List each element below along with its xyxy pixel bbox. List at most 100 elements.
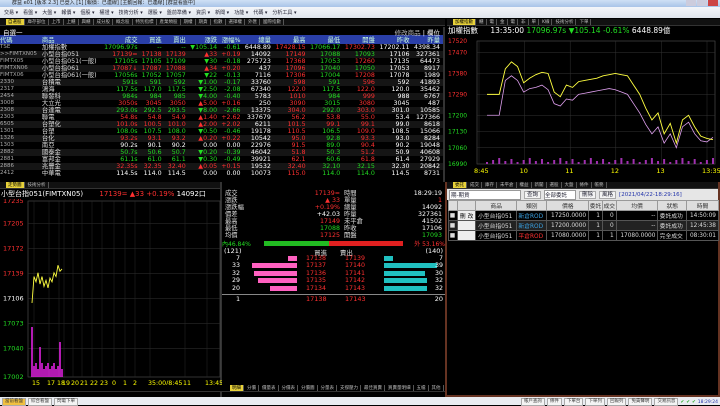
menu-item[interactable]: 交易 ▾ bbox=[4, 9, 18, 16]
column-header[interactable]: 價格 bbox=[546, 200, 590, 211]
detail-tab[interactable]: 五檔 bbox=[415, 385, 429, 391]
style-button[interactable]: 風格 bbox=[599, 190, 617, 199]
quote-row[interactable]: 2303 聯電 54.8s 54.8 54.9 ▲1.40 +2.62 337679 56.2 5… bbox=[0, 114, 443, 121]
quote-row[interactable]: 1326 台化 93.2s 93.1 93.2 ▲0.20 +0.22 10542 95.0 92… bbox=[0, 135, 443, 142]
quote-tab[interactable]: 概念股 bbox=[114, 19, 133, 25]
quote-row[interactable]: 2454 聯發科 984s 984 985 ▼4.00 -0.40 5783 1010 984 99… bbox=[0, 93, 443, 100]
orders-tab[interactable]: 庫存 bbox=[483, 182, 497, 188]
column-header[interactable] bbox=[447, 200, 459, 211]
order-checkbox[interactable]: ■ bbox=[447, 220, 459, 231]
column-header[interactable] bbox=[457, 200, 477, 211]
quote-row[interactable]: FIMTXN06 小型台指061 17087↓ 17087 17088 ▲34 +0.20 4… bbox=[0, 65, 443, 72]
quote-tab[interactable]: 選擇權 bbox=[227, 19, 245, 25]
menu-item[interactable]: 盤前準備 ▾ bbox=[167, 9, 191, 16]
quote-tab[interactable]: 自選股 bbox=[6, 19, 25, 25]
quote-row[interactable]: 2882 國泰金 50.7s 50.6 50.7 ▼0.20 -0.39 46042 51.8 5… bbox=[0, 149, 443, 156]
order-checkbox[interactable]: ■ bbox=[447, 210, 459, 221]
quote-row[interactable]: FIMTX05 小型台指051(一般) 17105s 17105 17109 ▼30 -0.… bbox=[0, 58, 443, 65]
orders-tab[interactable]: 委託 bbox=[453, 182, 467, 188]
index-chart-tab[interactable]: 電 bbox=[509, 19, 518, 25]
quote-row[interactable]: 2412 中華電 114.5s 114.0 114.5 0.00 0.00 10073 115.… bbox=[0, 170, 443, 177]
column-header[interactable]: 均價 bbox=[615, 200, 659, 211]
menu-item[interactable]: 功能 ▾ bbox=[234, 9, 248, 16]
quote-row[interactable]: 2317 鴻海 117.5s 117.0 117.5 ▼2.50 -2.08 67340 122… bbox=[0, 86, 443, 93]
detail-tab[interactable]: 支撐壓力 bbox=[338, 385, 361, 391]
quote-row[interactable]: FIMTX06 小型台指061(一般) 17056s 17052 17057 ▼22 -0.… bbox=[0, 72, 443, 79]
detail-tab[interactable]: 其他 bbox=[430, 385, 444, 391]
menu-item[interactable]: 權證 ▾ bbox=[100, 9, 114, 16]
quote-tab[interactable]: 期貨 bbox=[197, 19, 211, 25]
index-chart-tab[interactable]: K線 bbox=[540, 19, 553, 25]
quote-tab[interactable]: 期權 bbox=[182, 19, 196, 25]
quote-row[interactable]: 2886 兆豐金 32.35s 32.35 32.40 ▲0.05 +0.15 19532 32… bbox=[0, 163, 443, 170]
minimize-button[interactable] bbox=[686, 0, 696, 6]
column-header[interactable]: 類別 bbox=[516, 200, 548, 211]
quote-row[interactable]: 2308 台達電 293.0s 292.5 293.5 ▼8.00 -2.66 13375 30… bbox=[0, 107, 443, 114]
index-chart-tab[interactable]: 櫃 bbox=[477, 19, 487, 25]
detail-tab[interactable]: 買賣量明細 bbox=[386, 385, 414, 391]
menu-item[interactable]: 資訊 ▾ bbox=[196, 9, 210, 16]
column-header[interactable]: 商品 bbox=[475, 200, 518, 211]
quote-tab[interactable]: 產業類股 bbox=[158, 19, 181, 25]
column-header[interactable]: 漲跌 bbox=[188, 35, 221, 44]
filter-select[interactable]: 全部委託 bbox=[544, 189, 577, 200]
menu-item[interactable]: 個股 ▾ bbox=[80, 9, 94, 16]
menu-item[interactable]: 代碼 ▾ bbox=[253, 9, 267, 16]
column-header[interactable]: 成交 bbox=[601, 200, 617, 211]
order-row[interactable]: ■ 小型台指051 平倉ROD 17080.0000 1 1 17080.0000 完全成交 0… bbox=[447, 230, 719, 241]
orders-tab[interactable]: 成交 bbox=[468, 182, 482, 188]
order-actions[interactable]: 刪 改 bbox=[457, 210, 477, 221]
quote-tab[interactable]: 興櫃 bbox=[80, 19, 94, 25]
menu-item[interactable]: 技術分析 ▾ bbox=[119, 9, 143, 16]
account-select[interactable]: 期-期貨 bbox=[449, 189, 521, 200]
orders-tab[interactable]: 條件 bbox=[578, 182, 592, 188]
detail-tab[interactable]: 分價表 bbox=[280, 385, 298, 391]
quote-row[interactable]: 1301 台塑 108.0s 107.5 108.0 ▼0.50 -0.46 19178 110… bbox=[0, 128, 443, 135]
column-header[interactable]: 總量 bbox=[243, 35, 274, 44]
column-header[interactable]: 開盤 bbox=[343, 35, 378, 44]
order-row[interactable]: ■ 小型台指051 新倉ROD 17200.0000 1 0 -- 委託成功 12:45:38 bbox=[447, 220, 719, 231]
menu-item[interactable]: 報價 ▾ bbox=[61, 9, 75, 16]
column-header[interactable]: 時間 bbox=[686, 200, 719, 211]
futures-chart-tab[interactable]: 走勢圖 bbox=[6, 182, 25, 188]
index-chart-tab[interactable]: 單 bbox=[530, 19, 539, 25]
menu-item[interactable]: 大盤 ▾ bbox=[42, 9, 56, 16]
quote-row[interactable]: TSE 加權指數 17096.97s -- -- ▼105.14 -0.61 6448.89 1… bbox=[0, 44, 443, 51]
menu-item[interactable]: 分析工具 ▾ bbox=[272, 9, 296, 16]
orders-tab[interactable]: 未平倉 bbox=[498, 182, 517, 188]
quote-row[interactable]: 6505 台塑化 101.0s 100.5 101.0 ▲2.00 +2.02 6211 101… bbox=[0, 121, 443, 128]
order-checkbox[interactable]: ■ bbox=[447, 230, 459, 241]
quote-tab[interactable]: 外匯 bbox=[246, 19, 260, 25]
quote-tab[interactable]: 上櫃 bbox=[65, 19, 79, 25]
detail-tab[interactable]: 分價 bbox=[245, 385, 259, 391]
quote-row[interactable]: 2881 富邦金 61.1s 61.0 61.1 ▼0.30 -0.49 39921 62.1 6… bbox=[0, 156, 443, 163]
detail-tab[interactable]: 最佳買賣 bbox=[362, 385, 385, 391]
menu-item[interactable]: 看盤 ▾ bbox=[23, 9, 37, 16]
quote-tab[interactable]: 成分股 bbox=[95, 19, 113, 25]
quote-tab[interactable]: 國際指數 bbox=[261, 19, 284, 25]
quote-row[interactable]: 3008 大立光 3050s 3045 3050 ▲5.00 +0.16 250 3090 301… bbox=[0, 100, 443, 107]
column-header[interactable]: 買進 bbox=[140, 35, 165, 44]
index-chart-tab[interactable]: 下單 bbox=[577, 19, 592, 25]
quote-row[interactable]: 1303 南亞 90.2s 90.1 90.2 0.00 0.00 22976 91.5 89.0… bbox=[0, 142, 443, 149]
index-chart-tab[interactable]: 非 bbox=[519, 19, 529, 25]
index-chart-tab[interactable]: 加權指數 bbox=[453, 19, 476, 25]
query-button[interactable]: 查詢 bbox=[524, 190, 542, 199]
delete-button[interactable]: 刪除 bbox=[579, 190, 597, 199]
column-header[interactable]: 委託 bbox=[588, 200, 603, 211]
orders-tab[interactable]: 選股 bbox=[548, 182, 562, 188]
detail-tab[interactable]: 明細 bbox=[230, 385, 244, 391]
orders-tab[interactable]: 帳務 bbox=[593, 182, 607, 188]
column-header[interactable]: 最高 bbox=[273, 35, 309, 44]
order-actions[interactable] bbox=[457, 230, 477, 241]
close-button[interactable] bbox=[708, 0, 718, 6]
quote-row[interactable]: 2330 台積電 591s 591 592 ▼1.00 -0.17 33760 598 591 59… bbox=[0, 79, 443, 86]
quote-row[interactable]: >>FIMTXN05 小型台指051 17139= 17138 17139 ▲33 +0.1… bbox=[0, 51, 443, 58]
detail-tab[interactable]: 分價圖 bbox=[299, 385, 318, 391]
column-header[interactable]: 賣出 bbox=[164, 35, 189, 44]
column-header[interactable]: 成交 bbox=[102, 35, 141, 44]
detail-tab[interactable]: 分量表 bbox=[319, 385, 337, 391]
orders-tab[interactable]: 新聞 bbox=[533, 182, 547, 188]
order-row[interactable]: ■ 刪 改小型台指051 新倉ROD 17250.0000 1 0 -- 委託成功 14:50:… bbox=[447, 210, 719, 221]
index-chart-tab[interactable]: 電 bbox=[488, 19, 497, 25]
